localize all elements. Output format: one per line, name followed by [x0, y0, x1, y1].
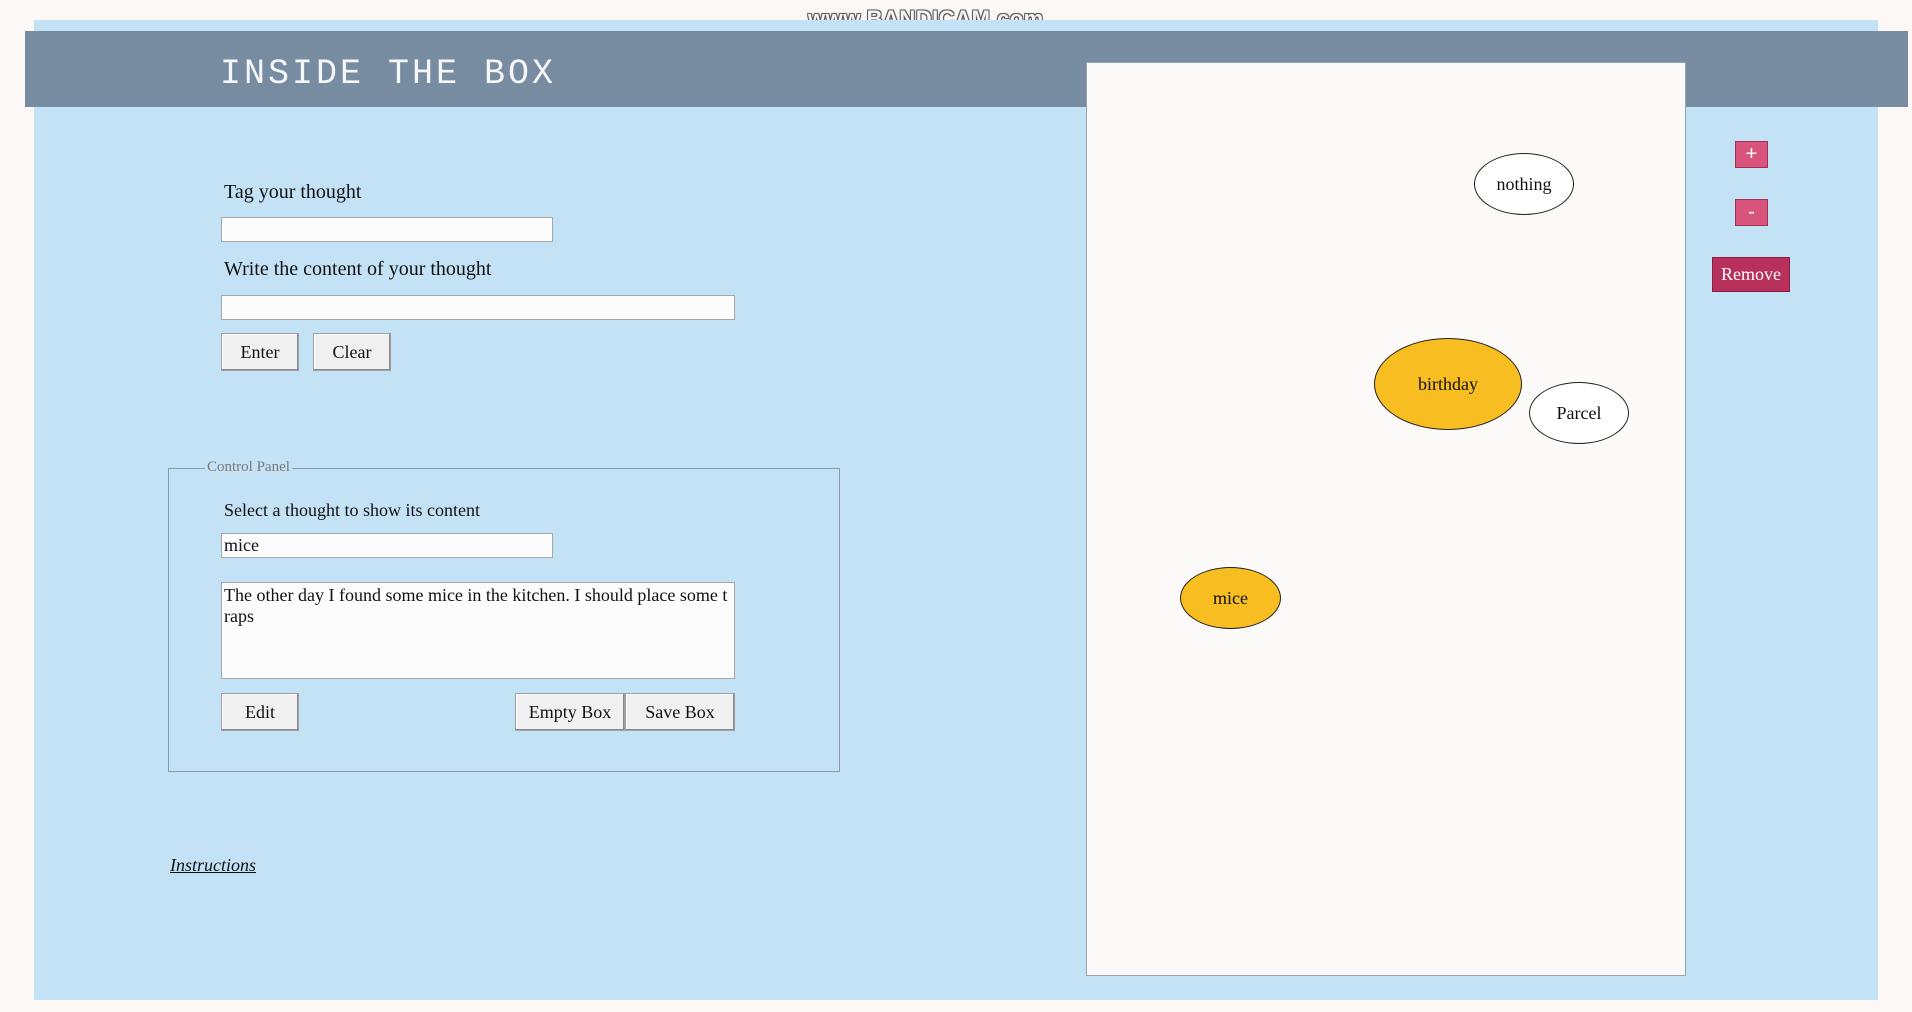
- edit-button[interactable]: Edit: [221, 693, 299, 731]
- tag-input[interactable]: [221, 217, 553, 242]
- empty-box-button[interactable]: Empty Box: [515, 693, 625, 731]
- save-box-button[interactable]: Save Box: [625, 693, 735, 731]
- content-label: Write the content of your thought: [224, 258, 492, 280]
- instructions-link[interactable]: Instructions: [170, 855, 256, 876]
- thought-node-mice[interactable]: mice: [1180, 567, 1281, 629]
- thought-node-nothing[interactable]: nothing: [1474, 153, 1574, 215]
- zoom-out-button[interactable]: -: [1735, 199, 1768, 226]
- clear-button[interactable]: Clear: [313, 333, 391, 371]
- plus-icon: +: [1745, 143, 1758, 165]
- selected-thought-input[interactable]: mice: [221, 533, 553, 558]
- zoom-in-button[interactable]: +: [1735, 141, 1768, 168]
- control-panel-legend: Control Panel: [205, 459, 292, 476]
- thought-content-area[interactable]: The other day I found some mice in the k…: [221, 582, 735, 679]
- thought-node-parcel[interactable]: Parcel: [1529, 382, 1629, 444]
- select-thought-label: Select a thought to show its content: [224, 500, 480, 520]
- remove-button[interactable]: Remove: [1712, 257, 1790, 292]
- enter-button[interactable]: Enter: [221, 333, 299, 371]
- minus-icon: -: [1748, 201, 1755, 223]
- thought-node-birthday[interactable]: birthday: [1374, 338, 1522, 430]
- content-input[interactable]: [221, 295, 735, 320]
- thought-box-canvas[interactable]: [1086, 62, 1686, 976]
- app-title: INSIDE THE BOX: [220, 54, 557, 94]
- tag-label: Tag your thought: [224, 181, 362, 203]
